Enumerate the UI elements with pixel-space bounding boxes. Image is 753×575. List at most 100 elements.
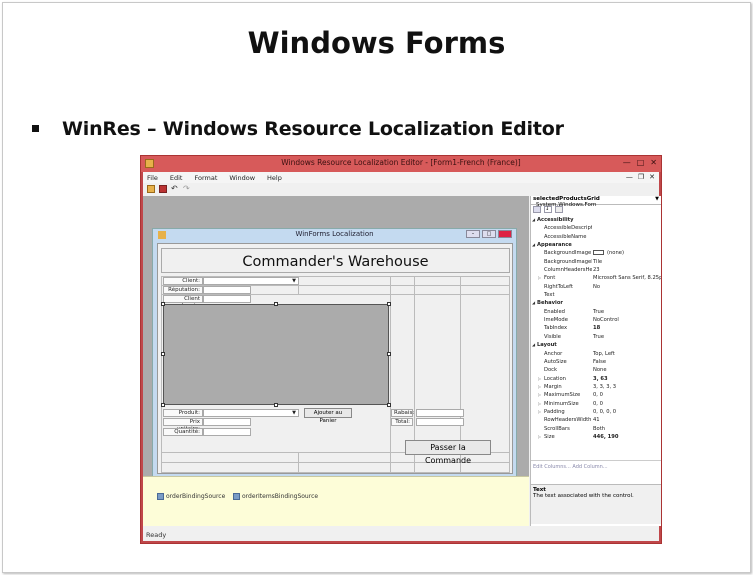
expand-icon[interactable]: ▷ <box>538 383 541 391</box>
expand-icon[interactable]: ▷ <box>538 408 541 416</box>
property-category[interactable]: Behavior <box>531 299 661 307</box>
form-minimize-icon[interactable]: – <box>466 230 480 238</box>
property-value[interactable]: NoControl <box>593 316 619 324</box>
property-row[interactable]: AutoSize False <box>531 358 661 366</box>
open-icon[interactable] <box>147 184 155 193</box>
property-value[interactable]: 446, 190 <box>593 433 618 441</box>
object-selector[interactable]: selectedProductsGrid System.Windows.Forn… <box>531 196 661 208</box>
property-pages-icon[interactable] <box>555 206 563 213</box>
menu-help[interactable]: Help <box>267 174 282 182</box>
selected-products-grid[interactable] <box>163 304 389 405</box>
property-row[interactable]: BackgroundImage (none) <box>531 249 661 257</box>
property-row[interactable]: Text <box>531 291 661 299</box>
mdi-close-icon[interactable]: ✕ <box>649 173 655 181</box>
property-value[interactable]: 0, 0 <box>593 391 603 399</box>
property-value[interactable]: 0, 0, 0, 0 <box>593 408 616 416</box>
expand-icon[interactable]: ▷ <box>538 400 541 408</box>
redo-icon[interactable]: ↷ <box>183 184 191 193</box>
property-value[interactable]: 23 <box>593 266 600 274</box>
property-row[interactable]: ColumnHeadersHei 23 <box>531 266 661 274</box>
property-row[interactable]: AccessibleName <box>531 233 661 241</box>
maximize-icon[interactable]: □ <box>637 158 645 167</box>
save-icon[interactable] <box>159 184 167 193</box>
close-icon[interactable]: ✕ <box>650 158 657 167</box>
property-value[interactable]: (none) <box>593 249 624 257</box>
menu-edit[interactable]: Edit <box>170 174 183 182</box>
chevron-down-icon[interactable]: ▼ <box>290 278 298 284</box>
property-value[interactable]: 3, 63 <box>593 375 608 383</box>
minimize-icon[interactable]: — <box>623 158 631 167</box>
expand-icon[interactable]: ▷ <box>538 433 541 441</box>
property-row[interactable]: RowHeadersWidth 41 <box>531 416 661 424</box>
expand-icon[interactable]: ▷ <box>538 391 541 399</box>
property-value[interactable]: True <box>593 308 604 316</box>
property-row[interactable]: TabIndex 18 <box>531 324 661 332</box>
property-row[interactable]: Visible True <box>531 333 661 341</box>
form-close-icon[interactable] <box>498 230 512 238</box>
order-binding-source[interactable]: orderBindingSource <box>157 493 225 500</box>
expand-icon[interactable]: ▷ <box>538 375 541 383</box>
property-value[interactable]: 3, 3, 3, 3 <box>593 383 616 391</box>
property-value[interactable]: True <box>593 333 604 341</box>
unit-price-field[interactable] <box>203 418 251 426</box>
resize-handle[interactable] <box>387 302 391 306</box>
property-value[interactable]: 0, 0 <box>593 400 603 408</box>
form-window[interactable]: WinForms Localization – □ Commander's Wa… <box>152 228 517 478</box>
property-value[interactable]: None <box>593 366 607 374</box>
resize-handle[interactable] <box>387 352 391 356</box>
product-combo[interactable]: ▼ <box>203 409 299 417</box>
property-value[interactable]: 41 <box>593 416 600 424</box>
property-value[interactable]: Both <box>593 425 605 433</box>
resize-handle[interactable] <box>274 403 278 407</box>
mdi-minimize-icon[interactable]: — <box>626 173 633 181</box>
reputation-field[interactable] <box>203 286 251 294</box>
client-since-field[interactable] <box>203 295 251 303</box>
property-commands[interactable]: Edit Columns... Add Column... <box>531 460 661 480</box>
property-row[interactable]: ▷ Size 446, 190 <box>531 433 661 441</box>
resize-handle[interactable] <box>387 403 391 407</box>
property-row[interactable]: ▷ Font Microsoft Sans Serif, 8.25pt <box>531 274 661 282</box>
menu-format[interactable]: Format <box>194 174 217 182</box>
property-category[interactable]: Layout <box>531 341 661 349</box>
resize-handle[interactable] <box>161 352 165 356</box>
property-value[interactable]: Top, Left <box>593 350 615 358</box>
property-row[interactable]: ▷ Padding 0, 0, 0, 0 <box>531 408 661 416</box>
menu-window[interactable]: Window <box>229 174 255 182</box>
window-titlebar[interactable]: Windows Resource Localization Editor - [… <box>141 156 661 172</box>
property-row[interactable]: AccessibleDescripti <box>531 224 661 232</box>
mdi-restore-icon[interactable]: ❐ <box>638 173 644 181</box>
total-field[interactable] <box>416 418 464 426</box>
property-row[interactable]: ImeMode NoControl <box>531 316 661 324</box>
property-row[interactable]: ▷ Margin 3, 3, 3, 3 <box>531 383 661 391</box>
chevron-down-icon[interactable]: ▼ <box>290 410 298 416</box>
discount-field[interactable] <box>416 409 464 417</box>
property-row[interactable]: Dock None <box>531 366 661 374</box>
property-value[interactable]: False <box>593 358 606 366</box>
property-row[interactable]: RightToLeft No <box>531 283 661 291</box>
undo-icon[interactable]: ↶ <box>171 184 179 193</box>
order-items-binding-source[interactable]: orderItemsBindingSource <box>233 493 318 500</box>
quantity-field[interactable] <box>203 428 251 436</box>
property-row[interactable]: Anchor Top, Left <box>531 350 661 358</box>
resize-handle[interactable] <box>161 403 165 407</box>
property-row[interactable]: ScrollBars Both <box>531 425 661 433</box>
property-value[interactable]: 18 <box>593 324 600 332</box>
property-row[interactable]: BackgroundImageL Tile <box>531 258 661 266</box>
property-row[interactable]: ▷ MinimumSize 0, 0 <box>531 400 661 408</box>
property-value[interactable]: Tile <box>593 258 602 266</box>
form-maximize-icon[interactable]: □ <box>482 230 496 238</box>
place-order-button[interactable]: Passer la Commande <box>405 440 491 465</box>
property-category[interactable]: Appearance <box>531 241 661 249</box>
resize-handle[interactable] <box>161 302 165 306</box>
expand-icon[interactable]: ▷ <box>538 274 541 282</box>
add-to-cart-button[interactable]: Ajouter au Panier <box>304 408 352 424</box>
categorized-icon[interactable] <box>533 206 541 213</box>
property-category[interactable]: Accessibility <box>531 216 661 224</box>
property-value[interactable]: Microsoft Sans Serif, 8.25pt <box>593 274 661 282</box>
menu-file[interactable]: File <box>147 174 158 182</box>
property-row[interactable]: ▷ Location 3, 63 <box>531 375 661 383</box>
alphabetical-icon[interactable]: ↓ <box>544 206 552 213</box>
chevron-down-icon[interactable]: ▼ <box>655 196 659 202</box>
client-combo[interactable]: ▼ <box>203 277 299 285</box>
property-row[interactable]: ▷ MaximumSize 0, 0 <box>531 391 661 399</box>
